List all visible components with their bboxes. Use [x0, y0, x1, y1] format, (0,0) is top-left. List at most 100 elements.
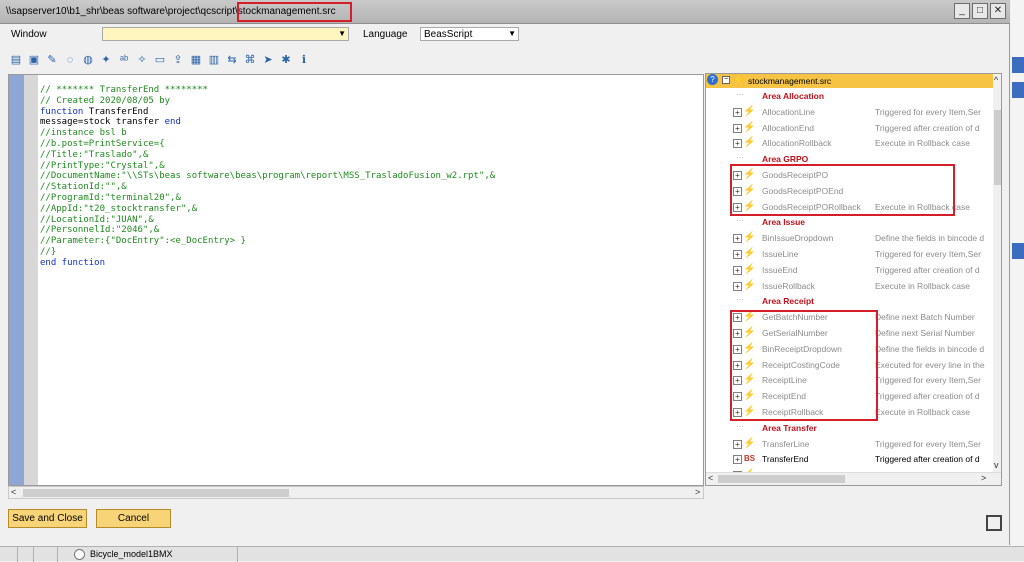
translate-icon[interactable]: ⌘	[242, 52, 258, 68]
event-name: AllocationLine	[762, 106, 815, 117]
magic-icon[interactable]: ✧	[134, 52, 150, 68]
window-select[interactable]: ▼	[102, 27, 349, 41]
script-editor-window: \\sapserver10\b1_shr\beas software\proje…	[0, 0, 1010, 545]
tree-event-item[interactable]: + ⚡ IssueRollback Execute in Rollback case	[706, 279, 991, 294]
tree-area-heading[interactable]: ⋯ Area Transfer	[706, 421, 991, 436]
wand-icon[interactable]: ✦	[98, 52, 114, 68]
scroll-left-icon[interactable]: <	[11, 487, 16, 497]
editor-horizontal-scrollbar[interactable]: < >	[8, 486, 704, 499]
event-description: Define next Serial Number	[875, 328, 975, 338]
event-bolt-icon: ⚡	[743, 437, 756, 449]
language-select[interactable]: BeasScript ▼	[420, 27, 519, 41]
expand-icon[interactable]: +	[733, 439, 742, 449]
tree-event-item[interactable]: + ⚡ IssueLine Triggered for every Item,Ser	[706, 247, 991, 262]
comment-icon[interactable]: ◌	[62, 52, 78, 68]
area-label: Area Transfer	[762, 422, 817, 433]
minimize-button[interactable]: _	[954, 3, 970, 19]
run-icon[interactable]: ➤	[260, 52, 276, 68]
event-description: Triggered for every Item,Ser	[875, 106, 981, 117]
help-icon[interactable]: ?	[707, 74, 718, 85]
script-file-icon: ⚡	[733, 75, 746, 86]
close-button[interactable]: ✕	[990, 3, 1006, 19]
editor-gutter	[9, 75, 24, 485]
event-description: Triggered for every Item,Ser	[875, 249, 981, 259]
scroll-right-icon[interactable]: >	[695, 487, 700, 497]
expand-icon[interactable]: +	[733, 455, 742, 465]
event-description: Triggered after creation of d	[875, 454, 980, 465]
save-and-close-button[interactable]: Save and Close	[8, 509, 87, 528]
tree-horizontal-scrollbar[interactable]: < >	[706, 472, 1001, 485]
event-name: AllocationEnd	[762, 122, 814, 133]
tree-event-item[interactable]: + ⚡ AllocationEnd Triggered after creation …	[706, 121, 991, 136]
code-line: //b.post=PrintService={	[40, 138, 165, 149]
event-bolt-icon: ⚡	[743, 232, 756, 244]
info-icon[interactable]: ℹ	[296, 52, 312, 68]
pdf-icon[interactable]: ▥	[206, 52, 222, 68]
spellcheck-icon[interactable]: ᵃᵇ	[116, 52, 132, 68]
scroll-left-icon[interactable]: <	[708, 473, 713, 483]
chevron-down-icon[interactable]: ▼	[508, 29, 516, 38]
expand-icon[interactable]: +	[733, 250, 742, 259]
tree-event-item[interactable]: + ⚡ IssueEnd Triggered after creation of d	[706, 263, 991, 278]
scrollbar-thumb[interactable]	[994, 110, 1001, 185]
event-description: Triggered after creation of d	[875, 391, 980, 402]
tree-area-heading[interactable]: ⋯ Area Issue	[706, 215, 991, 230]
code-editor[interactable]: // ******* TransferEnd ********// Create…	[8, 74, 704, 486]
excel-icon[interactable]: ▦	[188, 52, 204, 68]
event-description: Executed for every line in the	[875, 359, 985, 370]
tree-area-heading[interactable]: ⋯ Area Allocation	[706, 89, 991, 104]
tree-area-heading[interactable]: ⋯ Area Receipt	[706, 294, 991, 309]
tree-event-item[interactable]: + ⚡ AllocationRollback Execute in Rollback …	[706, 136, 991, 151]
uncomment-icon[interactable]: ◍	[80, 52, 96, 68]
background-app-strip	[1011, 0, 1024, 546]
title-bar[interactable]: \\sapserver10\b1_shr\beas software\proje…	[0, 0, 1010, 24]
code-line: //AppId:"t20_stocktransfer",&	[40, 203, 198, 214]
language-value: BeasScript	[424, 29, 473, 40]
radio-label: Bicycle_model1BMX	[90, 549, 173, 559]
layout-icon[interactable]	[986, 515, 1002, 531]
expand-icon[interactable]: +	[733, 123, 742, 133]
expand-icon[interactable]: +	[733, 281, 742, 291]
code-line: message=stock transfer end	[40, 117, 181, 128]
event-name: TransferLine	[762, 438, 810, 449]
code-line: //}	[40, 246, 57, 257]
scrollbar-thumb[interactable]	[23, 489, 289, 497]
title-highlight-box	[237, 2, 352, 22]
event-description: Triggered after creation of d	[875, 264, 980, 275]
code-line: //DocumentName:"\\STs\beas software\beas…	[40, 171, 496, 182]
expand-icon[interactable]: +	[733, 265, 742, 275]
scroll-up-icon[interactable]: ^	[994, 75, 998, 85]
code-line: //StationId:"",&	[40, 182, 127, 193]
cancel-button[interactable]: Cancel	[96, 509, 171, 528]
radio-button[interactable]	[74, 549, 85, 560]
text-icon[interactable]: ▭	[152, 52, 168, 68]
new-file-icon[interactable]: ▤	[8, 52, 24, 68]
edit-icon[interactable]: ✎	[44, 52, 60, 68]
tree-vertical-scrollbar[interactable]: ^ v	[993, 74, 1001, 472]
save-icon[interactable]: ▣	[26, 52, 42, 68]
collapse-icon[interactable]: −	[722, 76, 730, 84]
tree-event-item[interactable]: + ⚡ TransferLine Triggered for every Item,S…	[706, 437, 991, 452]
tree-event-item[interactable]: + ⚡ BinIssueDropdown Define the fields in b…	[706, 231, 991, 246]
expand-icon[interactable]: +	[733, 139, 742, 149]
scroll-right-icon[interactable]: >	[981, 473, 986, 483]
event-description: Define the fields in bincode d	[875, 343, 985, 354]
debug-icon[interactable]: ✱	[278, 52, 294, 68]
scrollbar-thumb[interactable]	[718, 475, 845, 483]
tree-root-row[interactable]: ? − ⚡ stockmanagement.src	[706, 74, 993, 88]
expand-icon[interactable]: +	[733, 107, 742, 117]
code-line: //Title:"Traslado",&	[40, 149, 149, 160]
chevron-down-icon[interactable]: ▼	[338, 29, 346, 38]
maximize-button[interactable]: □	[972, 3, 988, 19]
text-direction-icon[interactable]: ⇆	[224, 52, 240, 68]
scroll-down-icon[interactable]: v	[994, 460, 999, 470]
event-bolt-icon: ⚡	[743, 263, 756, 275]
strip-marker	[1012, 57, 1024, 73]
code-text[interactable]: // ******* TransferEnd ********// Create…	[40, 85, 495, 269]
tree-connector: ⋯	[736, 216, 744, 226]
event-bolt-icon: ⚡	[743, 121, 756, 133]
tree-event-item[interactable]: + ⚡ AllocationLine Triggered for every Item…	[706, 105, 991, 120]
expand-icon[interactable]: +	[733, 234, 742, 244]
tree-event-item[interactable]: + BS TransferEnd Triggered after creation o…	[706, 452, 991, 467]
export-icon[interactable]: ⇪	[170, 52, 186, 68]
